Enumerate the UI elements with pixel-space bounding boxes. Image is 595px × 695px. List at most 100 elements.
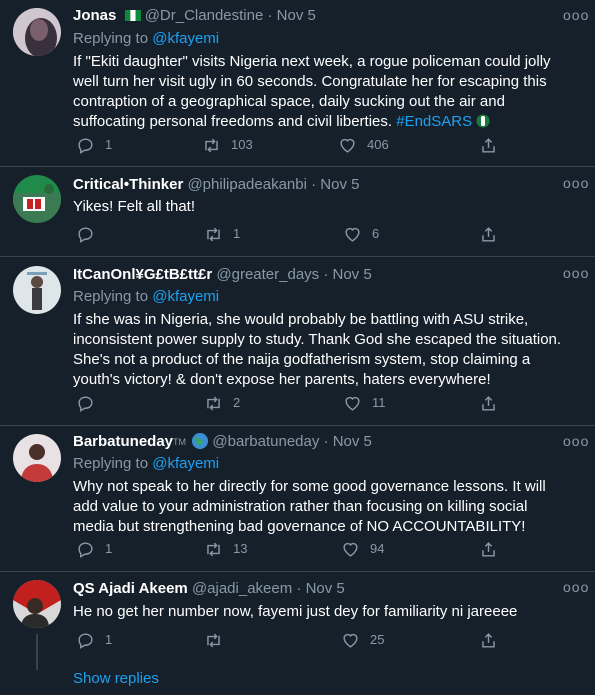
avatar-image: [13, 175, 61, 223]
hashtag-link[interactable]: #EndSARS: [396, 113, 472, 130]
tweet-text: Yikes! Felt all that!: [73, 198, 195, 215]
tweet-text: Why not speak to her directly for some g…: [73, 478, 546, 535]
replying-to: Replying to @kfayemi: [73, 29, 581, 49]
reply-icon: [78, 226, 93, 243]
show-replies-link[interactable]: Show replies: [73, 669, 159, 689]
share-icon: [482, 226, 495, 242]
tweet-text: If "Ekiti daughter" visits Nigeria next …: [73, 52, 573, 132]
display-name[interactable]: ItCanOnl¥G£tB£tt£r: [73, 266, 212, 283]
retweet-button[interactable]: 2: [204, 393, 240, 413]
handle[interactable]: @philipadeakanbi: [187, 176, 306, 193]
retweet-icon: [207, 542, 220, 556]
share-button[interactable]: [479, 393, 498, 413]
share-icon: [482, 395, 495, 411]
separator: ·: [267, 7, 273, 24]
retweet-button[interactable]: 1: [204, 224, 240, 244]
share-icon: [482, 632, 495, 648]
replying-to-link[interactable]: @kfayemi: [152, 455, 219, 472]
more-options-icon[interactable]: ooo: [563, 176, 588, 191]
display-name[interactable]: QS Ajadi Akeem: [73, 580, 188, 597]
avatar-image: [13, 580, 61, 628]
handle[interactable]: @Dr_Clandestine: [145, 7, 264, 24]
replying-to-link[interactable]: @kfayemi: [152, 288, 219, 305]
avatar[interactable]: [13, 8, 61, 56]
separator: ·: [323, 266, 329, 283]
retweet-count: 13: [233, 541, 248, 556]
heart-icon: [340, 138, 355, 153]
display-name[interactable]: Critical•Thinker: [73, 176, 183, 193]
tweet[interactable]: ItCanOnl¥G£tB£tt£r @greater_days · Nov 5…: [0, 257, 595, 426]
avatar[interactable]: [13, 175, 61, 223]
reply-button[interactable]: [76, 224, 95, 244]
reply-button[interactable]: 1: [76, 539, 112, 559]
display-name[interactable]: Jonas: [73, 7, 116, 24]
handle[interactable]: @ajadi_akeem: [192, 580, 292, 597]
retweet-count: 1: [233, 226, 241, 241]
reply-count: 1: [105, 541, 113, 556]
like-button[interactable]: 11: [343, 393, 386, 413]
heart-icon: [343, 633, 358, 648]
heart-icon: [345, 396, 360, 411]
heart-icon: [345, 227, 360, 242]
tweet[interactable]: Critical•Thinker @philipadeakanbi · Nov …: [0, 167, 595, 257]
like-button[interactable]: 406: [338, 135, 389, 155]
retweet-icon: [205, 138, 218, 152]
tweet-text: He no get her number now, fayemi just de…: [73, 603, 518, 620]
like-button[interactable]: 25: [341, 630, 384, 650]
separator: ·: [323, 433, 329, 450]
reply-button[interactable]: 1: [76, 630, 112, 650]
like-count: 6: [372, 226, 380, 241]
reply-icon: [78, 395, 93, 412]
like-count: 406: [367, 137, 389, 152]
retweet-button[interactable]: [204, 630, 223, 650]
like-button[interactable]: 94: [341, 539, 384, 559]
reply-count: 1: [105, 632, 113, 647]
reply-icon: [78, 137, 93, 154]
more-options-icon[interactable]: ooo: [563, 580, 588, 595]
share-icon: [482, 137, 495, 153]
retweet-icon: [207, 396, 220, 410]
retweet-icon: [207, 633, 220, 647]
like-count: 25: [370, 632, 385, 647]
timestamp[interactable]: Nov 5: [277, 7, 316, 24]
heart-icon: [343, 542, 358, 557]
reply-count: 1: [105, 137, 113, 152]
more-options-icon[interactable]: ooo: [563, 434, 588, 449]
like-count: 11: [372, 395, 386, 410]
timestamp[interactable]: Nov 5: [306, 580, 345, 597]
like-button[interactable]: 6: [343, 224, 379, 244]
timestamp[interactable]: Nov 5: [333, 433, 372, 450]
reply-button[interactable]: 1: [76, 135, 112, 155]
avatar[interactable]: [13, 266, 61, 314]
share-button[interactable]: [479, 539, 498, 559]
handle[interactable]: @barbatuneday: [212, 433, 319, 450]
reply-icon: [78, 632, 93, 649]
avatar-image: [13, 434, 61, 482]
globe-icon: [192, 433, 209, 449]
display-name[interactable]: Barbatuneday: [73, 433, 173, 450]
handle[interactable]: @greater_days: [216, 266, 319, 283]
replying-prefix: Replying to: [73, 455, 149, 472]
reply-button[interactable]: [76, 393, 95, 413]
replying-to-link[interactable]: @kfayemi: [152, 30, 219, 47]
avatar[interactable]: [13, 434, 61, 482]
trademark-suffix: TM: [173, 437, 187, 447]
retweet-button[interactable]: 103: [202, 135, 253, 155]
globe-icon-shape: [192, 433, 209, 449]
avatar[interactable]: [13, 580, 61, 628]
endsars-fist-icon: [476, 114, 490, 128]
share-button[interactable]: [479, 630, 498, 650]
tweet[interactable]: Jonas @Dr_Clandestine · Nov 5 Replying t…: [0, 0, 595, 167]
separator: ·: [296, 580, 302, 597]
share-button[interactable]: [479, 135, 498, 155]
timestamp[interactable]: Nov 5: [320, 176, 359, 193]
retweet-button[interactable]: 13: [204, 539, 247, 559]
timestamp[interactable]: Nov 5: [333, 266, 372, 283]
avatar-image: [13, 8, 61, 56]
reply-icon: [78, 541, 93, 558]
tweet[interactable]: BarbatunedayTM @barbatuneday · Nov 5 Rep…: [0, 426, 595, 572]
tweet-text: If she was in Nigeria, she would probabl…: [73, 311, 562, 388]
share-button[interactable]: [479, 224, 498, 244]
more-options-icon[interactable]: ooo: [563, 8, 588, 23]
more-options-icon[interactable]: ooo: [563, 266, 588, 281]
